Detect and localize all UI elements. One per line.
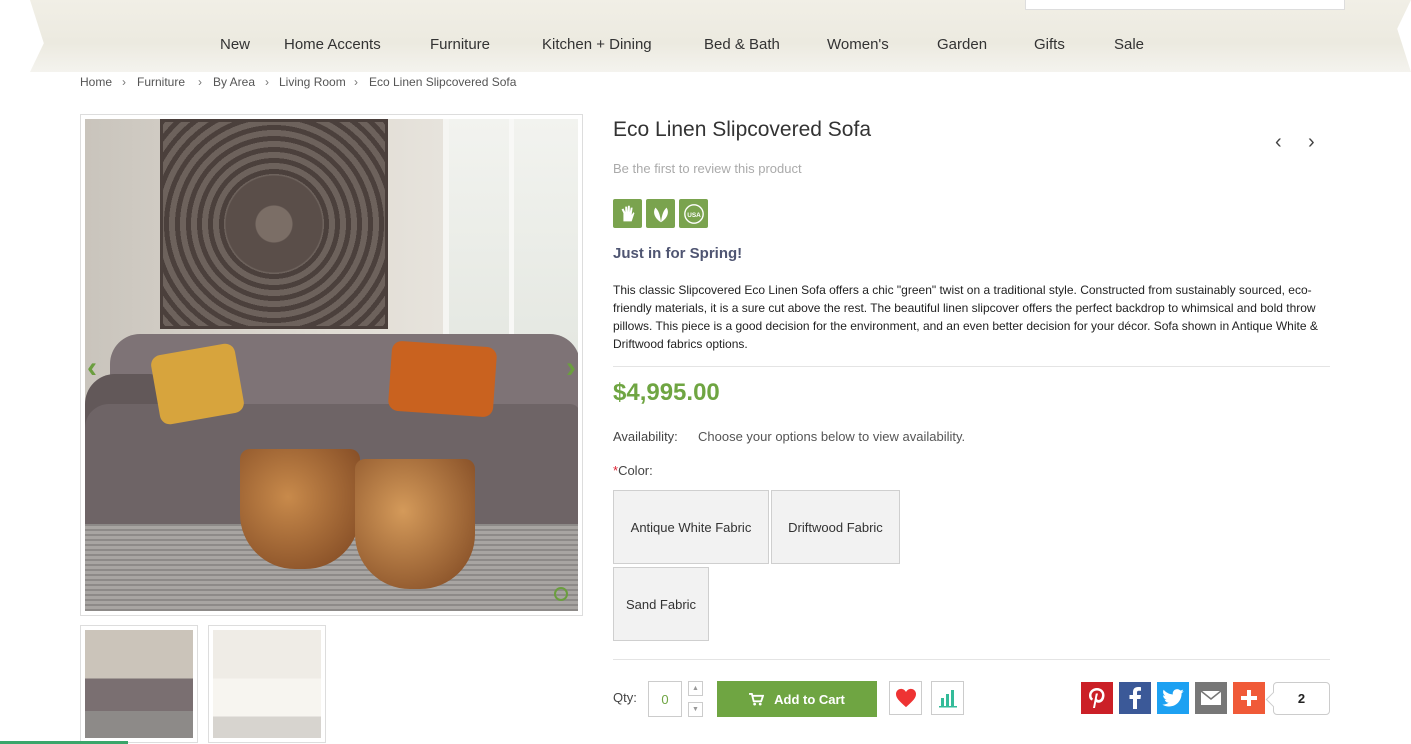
- plus-icon: [1241, 690, 1257, 706]
- color-option-driftwood[interactable]: Driftwood Fabric: [771, 490, 900, 564]
- product-main-image[interactable]: ‹ ›: [80, 114, 583, 616]
- usa-badge-text: USA: [687, 211, 701, 218]
- availability-label: Availability:: [613, 429, 678, 444]
- cart-icon: [749, 692, 765, 706]
- chevron-right-icon: ›: [354, 75, 358, 89]
- bar-chart-icon: [938, 690, 957, 708]
- pinterest-icon: [1089, 688, 1105, 708]
- facebook-icon: [1129, 687, 1141, 709]
- nav-item-kitchen-dining[interactable]: Kitchen + Dining: [542, 36, 652, 53]
- eco-leaf-icon: [646, 199, 675, 228]
- gallery-next-icon[interactable]: ›: [566, 351, 576, 385]
- wishlist-button[interactable]: [889, 681, 922, 715]
- thumbnail-1[interactable]: [80, 625, 198, 743]
- product-title: Eco Linen Slipcovered Sofa: [613, 118, 871, 141]
- review-link[interactable]: Be the first to review this product: [613, 161, 802, 176]
- handmade-icon: [613, 199, 642, 228]
- twitter-share-icon[interactable]: [1157, 682, 1189, 714]
- prev-product-icon[interactable]: ‹: [1275, 131, 1282, 154]
- qty-increment-icon[interactable]: ▲: [688, 681, 703, 696]
- gallery-prev-icon[interactable]: ‹: [87, 351, 97, 385]
- product-photo: ‹ ›: [85, 119, 578, 611]
- color-label-text: Color:: [618, 463, 653, 478]
- qty-label: Qty:: [613, 690, 637, 705]
- next-product-icon[interactable]: ›: [1308, 131, 1315, 154]
- nav-item-womens[interactable]: Women's: [827, 36, 889, 53]
- thumbnail-2[interactable]: [208, 625, 326, 743]
- divider: [613, 659, 1330, 660]
- nav-item-garden[interactable]: Garden: [937, 36, 987, 53]
- main-nav: New Home Accents Furniture Kitchen + Din…: [0, 36, 1411, 58]
- share-count-badge: 2: [1273, 682, 1330, 715]
- nav-item-sale[interactable]: Sale: [1114, 36, 1144, 53]
- color-label: *Color:: [613, 463, 653, 478]
- chevron-right-icon: ›: [265, 75, 269, 89]
- qty-decrement-icon[interactable]: ▼: [688, 702, 703, 717]
- email-share-icon[interactable]: [1195, 682, 1227, 714]
- nav-item-home-accents[interactable]: Home Accents: [284, 36, 381, 53]
- breadcrumb-furniture[interactable]: Furniture: [137, 75, 185, 89]
- envelope-icon: [1200, 690, 1222, 705]
- qty-input[interactable]: [648, 681, 682, 717]
- breadcrumb-current: Eco Linen Slipcovered Sofa: [369, 75, 517, 89]
- product-description: This classic Slipcovered Eco Linen Sofa …: [613, 283, 1318, 351]
- usa-icon: USA: [679, 199, 708, 228]
- zoom-icon[interactable]: [554, 587, 568, 601]
- add-to-cart-label: Add to Cart: [774, 691, 845, 707]
- breadcrumb-living-room[interactable]: Living Room: [279, 75, 346, 89]
- search-input[interactable]: [1025, 0, 1345, 10]
- facebook-share-icon[interactable]: [1119, 682, 1151, 714]
- divider: [613, 366, 1330, 367]
- breadcrumb-by-area[interactable]: By Area: [213, 75, 255, 89]
- pinterest-share-icon[interactable]: [1081, 682, 1113, 714]
- color-option-sand[interactable]: Sand Fabric: [613, 567, 709, 641]
- nav-item-furniture[interactable]: Furniture: [430, 36, 490, 53]
- breadcrumb-home[interactable]: Home: [80, 75, 112, 89]
- twitter-icon: [1162, 689, 1184, 707]
- chevron-right-icon: ›: [198, 75, 202, 89]
- product-price: $4,995.00: [613, 379, 720, 406]
- chevron-right-icon: ›: [122, 75, 126, 89]
- compare-button[interactable]: [931, 681, 964, 715]
- color-option-antique-white[interactable]: Antique White Fabric: [613, 490, 769, 564]
- heart-icon: [895, 688, 916, 708]
- add-to-cart-button[interactable]: Add to Cart: [717, 681, 877, 717]
- nav-item-bed-bath[interactable]: Bed & Bath: [704, 36, 780, 53]
- more-share-icon[interactable]: [1233, 682, 1265, 714]
- availability-value: Choose your options below to view availa…: [698, 429, 966, 444]
- nav-item-new[interactable]: New: [220, 36, 250, 53]
- product-tagline: Just in for Spring!: [613, 245, 743, 262]
- nav-item-gifts[interactable]: Gifts: [1034, 36, 1065, 53]
